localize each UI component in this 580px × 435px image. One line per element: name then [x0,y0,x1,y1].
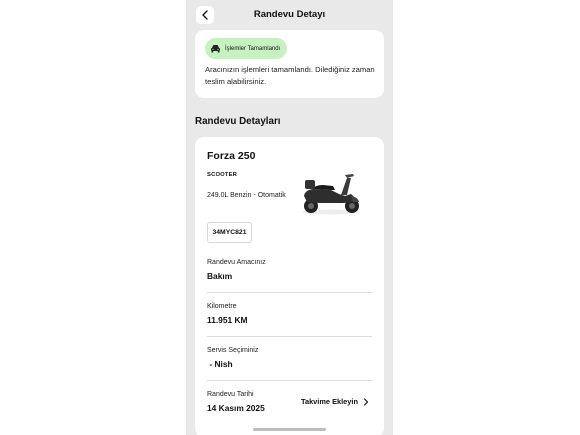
vehicle-spec: 249.0L Benzin - Otomatik [207,192,286,199]
phone-screen: Randevu Detayı İşlemler Tamamlandı Aracı… [186,0,393,435]
license-plate: 34MYC821 [207,222,252,243]
status-badge: İşlemler Tamamlandı [205,38,288,59]
vehicle-type: SCOOTER [207,172,238,178]
status-message: Aracınızın işlemleri tamamlandı. Dilediğ… [205,65,375,86]
mileage-label: Kilometre [207,303,237,310]
status-badge-label: İşlemler Tamamlandı [225,45,281,52]
section-title: Randevu Detayları [195,116,281,127]
date-value: 14 Kasım 2025 [207,403,265,413]
service-value: - Nish [207,359,233,369]
service-label: Servis Seçiminiz [207,347,259,354]
car-icon [211,45,220,53]
scooter-image [302,174,359,215]
top-nav: Randevu Detayı [186,0,393,30]
appointment-detail-card: Forza 250 SCOOTER 249.0L Benzin - Otomat… [195,137,384,435]
divider [207,380,372,381]
purpose-value: Bakım [207,271,233,281]
vehicle-model: Forza 250 [207,150,256,162]
add-to-calendar-button[interactable]: Takvime Ekleyin [301,397,369,406]
divider [207,292,372,293]
page-title: Randevu Detayı [253,9,326,20]
purpose-label: Randevu Amacınız [207,259,266,266]
add-to-calendar-label: Takvime Ekleyin [301,397,358,406]
mileage-value: 11.951 KM [207,315,248,325]
status-card: İşlemler Tamamlandı Aracınızın işlemleri… [195,30,384,98]
divider [207,336,372,337]
home-indicator [253,428,326,431]
chevron-right-icon [363,397,369,406]
date-label: Randevu Tarihi [207,391,254,398]
